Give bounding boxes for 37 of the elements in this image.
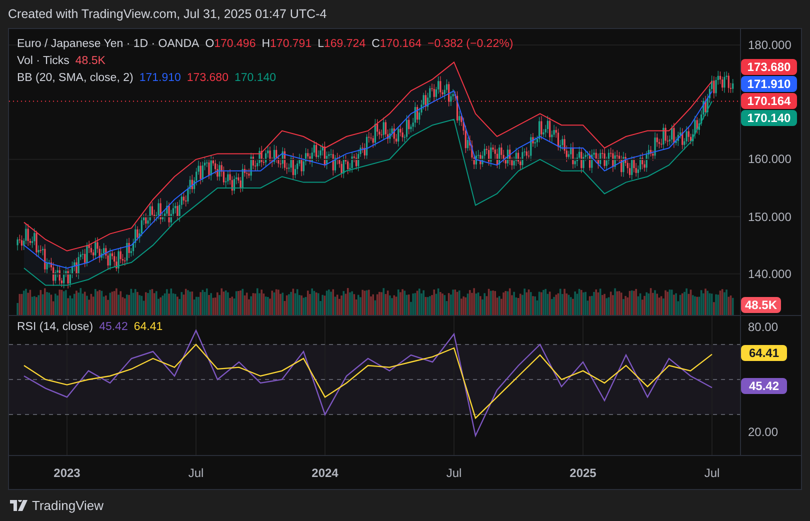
ohlc-value: L169.724: [318, 37, 366, 51]
ohlc-value: C170.164: [372, 37, 422, 51]
price-label: 170.164: [741, 93, 797, 109]
rsi-value: 64.41: [134, 320, 163, 334]
symbol-title: Euro / Japanese Yen · 1D · OANDA: [17, 37, 200, 51]
price-tick: 180.000: [748, 38, 792, 52]
volume-value: 48.5K: [75, 54, 106, 68]
volume-label: 48.5K: [741, 297, 782, 313]
rsi-value: 45.42: [99, 320, 128, 334]
indicator-value: 170.140: [234, 71, 276, 85]
price-label: 173.680: [741, 59, 797, 75]
time-tick: 2025: [570, 465, 596, 482]
ohlc-value: O170.496: [205, 37, 256, 51]
rsi-tick: 20.00: [748, 425, 778, 440]
rsi-title: RSI (14, close): [17, 320, 94, 334]
indicator-value: 171.910: [139, 71, 181, 85]
brand-name: TradingView: [32, 496, 104, 515]
time-tick: 2023: [54, 465, 80, 482]
price-tick: 160.000: [748, 152, 792, 166]
logo-icon: [10, 500, 28, 511]
ohlc-value: H170.791: [262, 37, 312, 51]
price-label: 171.910: [741, 76, 797, 92]
time-tick: Jul: [704, 465, 720, 482]
time-tick: Jul: [188, 465, 204, 482]
price-label: 170.140: [741, 110, 797, 126]
change-value: −0.382 (−0.22%): [427, 37, 514, 51]
rsi-tick: 80.00: [748, 320, 778, 334]
header-text: Created with TradingView.com, Jul 31, 2025 01:47 UTC-4: [8, 6, 327, 23]
indicator-value: 173.680: [186, 71, 228, 85]
rsi-label: 64.41: [741, 345, 787, 361]
price-tick: 140.000: [748, 266, 792, 281]
rsi-label: 45.42: [741, 378, 787, 394]
time-tick: 2024: [312, 465, 338, 482]
price-tick: 150.000: [748, 210, 792, 224]
volume-title: Vol · Ticks: [17, 54, 70, 68]
time-tick: Jul: [446, 465, 462, 482]
indicator-title: BB (20, SMA, close, 2): [17, 71, 134, 85]
